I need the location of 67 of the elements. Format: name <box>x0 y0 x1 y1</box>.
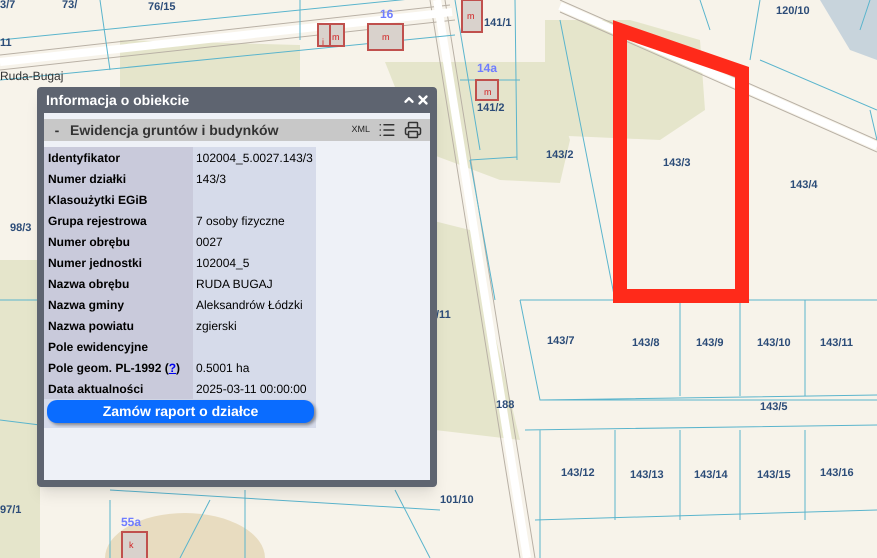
field-value: RUDA BUGAJ <box>196 276 273 292</box>
field-value: 102004_5 <box>196 254 250 272</box>
parcel-number: 101/10 <box>440 495 474 506</box>
parcel-number: 143/11 <box>820 338 854 349</box>
parcel-number: 76/15 <box>148 2 176 13</box>
parcel-number: 143/13 <box>630 470 664 481</box>
close-button[interactable] <box>416 93 430 107</box>
field-label: Pole geom. PL-1992 (?) <box>48 360 180 376</box>
parcel-number: 143/9 <box>696 338 724 349</box>
parcel-number: 120/10 <box>776 6 810 17</box>
building-code: m <box>382 33 390 42</box>
parcel-number: 143/7 <box>547 336 575 347</box>
parcel-number: 141/2 <box>477 103 505 114</box>
parcel-number: 188 <box>496 400 514 411</box>
parcel-number: 143/15 <box>757 470 791 481</box>
parcel-number: 143/12 <box>561 468 595 479</box>
parcel-number: 143/10 <box>757 338 791 349</box>
order-report-button[interactable]: Zamów raport o działce <box>47 400 314 423</box>
building-code: k <box>129 541 134 550</box>
parcel-number: 143/3 <box>663 158 691 169</box>
field-value: 102004_5.0027.143/3 <box>196 150 313 166</box>
building-code: m <box>467 12 474 21</box>
parcel-number: 143/5 <box>760 402 788 413</box>
house-number: 16 <box>380 8 394 20</box>
field-label: Pole ewidencyjne <box>48 338 148 356</box>
list-icon[interactable] <box>378 121 396 139</box>
close-icon <box>416 93 430 107</box>
field-value: Aleksandrów Łódzki <box>196 296 303 314</box>
field-label: Nazwa gminy <box>48 296 124 314</box>
print-icon[interactable] <box>404 121 422 139</box>
field-label: Grupa rejestrowa <box>48 212 147 230</box>
parcel-number: 143/14 <box>694 470 728 481</box>
parcel-number: 143/8 <box>632 338 660 349</box>
building-code: m <box>332 33 340 42</box>
parcel-number: 143/4 <box>790 180 818 191</box>
field-label: Numer działki <box>48 170 126 188</box>
section-title: Ewidencja gruntów i budynków <box>70 120 280 140</box>
parcel-number: 143/16 <box>820 468 854 479</box>
field-label: Identyfikator <box>48 150 120 166</box>
house-number: 55a <box>121 516 142 528</box>
building-code: i <box>322 38 324 47</box>
parcel-number: 98/3 <box>10 223 32 234</box>
parcel-number: 141/1 <box>484 18 512 29</box>
field-value: 0.5001 ha <box>196 360 250 376</box>
section-toggle[interactable]: - <box>52 120 62 140</box>
field-label: Nazwa powiatu <box>48 318 134 334</box>
parcel-number: /11 <box>436 310 451 321</box>
house-number: 14a <box>477 62 498 74</box>
field-value: 2025-03-11 00:00:00 <box>196 380 307 398</box>
field-value: 143/3 <box>196 170 226 188</box>
building-code: m <box>484 88 492 97</box>
parcel-number: 3/7 <box>0 0 16 11</box>
field-value: 7 osoby fizyczne <box>196 212 285 230</box>
parcel-number: 11 <box>0 38 12 49</box>
field-label: Numer jednostki <box>48 254 142 272</box>
field-label: Data aktualności <box>48 380 144 398</box>
field-value: zgierski <box>196 318 237 334</box>
xml-button[interactable]: XML <box>351 123 370 137</box>
help-link[interactable]: ? <box>168 360 176 374</box>
parcel-number: 143/2 <box>546 150 574 161</box>
field-label: Numer obrębu <box>48 234 130 250</box>
field-value: 0027 <box>196 234 223 250</box>
field-label: Nazwa obrębu <box>48 276 130 292</box>
parcel-number: 73/ <box>62 0 78 11</box>
popup-title: Informacja o obiekcie <box>45 90 190 110</box>
field-label: Klasoużytki EGiB <box>48 192 148 208</box>
parcel-number: 97/1 <box>0 505 22 516</box>
